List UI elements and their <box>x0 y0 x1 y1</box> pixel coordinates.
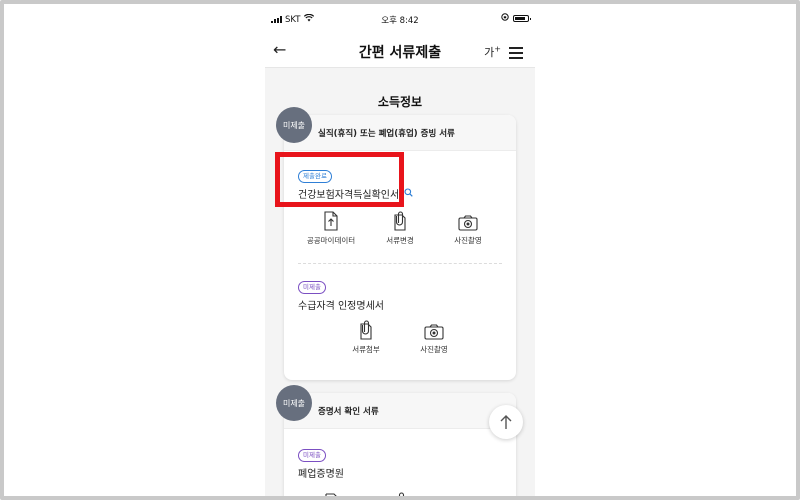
camera-icon <box>438 209 498 231</box>
section-title: 소득정보 <box>377 95 423 109</box>
file-upload-icon <box>324 488 340 496</box>
file-upload-icon <box>301 209 361 231</box>
document-name: 수급자격 인정명세서 <box>298 297 384 312</box>
font-size-label: 가 <box>484 46 495 59</box>
attach-document-button[interactable]: 서류첨부 <box>336 318 396 355</box>
change-document-button[interactable]: 서류변경 <box>370 209 430 246</box>
card-heading: 증명서 확인 서류 <box>284 393 516 429</box>
rotation-lock-icon <box>501 13 509 24</box>
document-item-qualification[interactable]: 미제출 수급자격 인정명세서 <box>298 274 384 312</box>
take-photo-button[interactable]: 사진촬영 <box>438 209 498 246</box>
paperclip-icon <box>370 209 430 231</box>
hamburger-menu-icon[interactable] <box>509 47 523 62</box>
document-item-closure-certificate[interactable]: 미제출 폐업증명원 <box>298 442 344 480</box>
status-bar: SKT 오후 8:42 <box>265 4 535 34</box>
status-badge-circle: 미제출 <box>276 107 312 143</box>
paperclip-icon <box>393 487 409 496</box>
document-name: 폐업증명원 <box>298 465 344 480</box>
public-mydata-button[interactable]: 공공마이데이터 <box>301 209 361 246</box>
document-name-text: 수급자격 인정명세서 <box>298 301 384 312</box>
battery-icon <box>513 15 531 22</box>
action-label: 서류변경 <box>386 236 414 245</box>
app-header: ← 간편 서류제출 가+ <box>265 34 535 68</box>
status-badge-circle: 미제출 <box>276 385 312 421</box>
magnifier-icon[interactable] <box>404 187 413 200</box>
card-heading: 실직(휴직) 또는 폐업(휴업) 증빙 서류 <box>284 115 516 151</box>
paperclip-icon <box>336 318 396 340</box>
take-photo-button[interactable]: 사진촬영 <box>404 318 464 355</box>
status-right <box>501 13 531 24</box>
arrow-up-icon[interactable] <box>489 405 523 439</box>
action-label: 서류첨부 <box>352 345 380 354</box>
document-name-text: 폐업증명원 <box>298 469 344 480</box>
status-badge-pending: 미제출 <box>298 449 326 462</box>
status-badge-pending: 미제출 <box>298 281 326 294</box>
camera-icon <box>404 318 464 340</box>
action-label: 사진촬영 <box>454 236 482 245</box>
camera-icon <box>459 489 479 496</box>
divider <box>298 263 502 264</box>
action-label: 사진촬영 <box>420 345 448 354</box>
highlight-box <box>275 152 404 207</box>
action-label: 공공마이데이터 <box>306 236 356 245</box>
document-card-2: 증명서 확인 서류 미제출 폐업증명원 <box>284 393 516 496</box>
font-size-button[interactable]: 가+ <box>484 44 501 60</box>
status-time: 오후 8:42 <box>381 16 419 26</box>
font-size-plus: + <box>494 44 501 54</box>
